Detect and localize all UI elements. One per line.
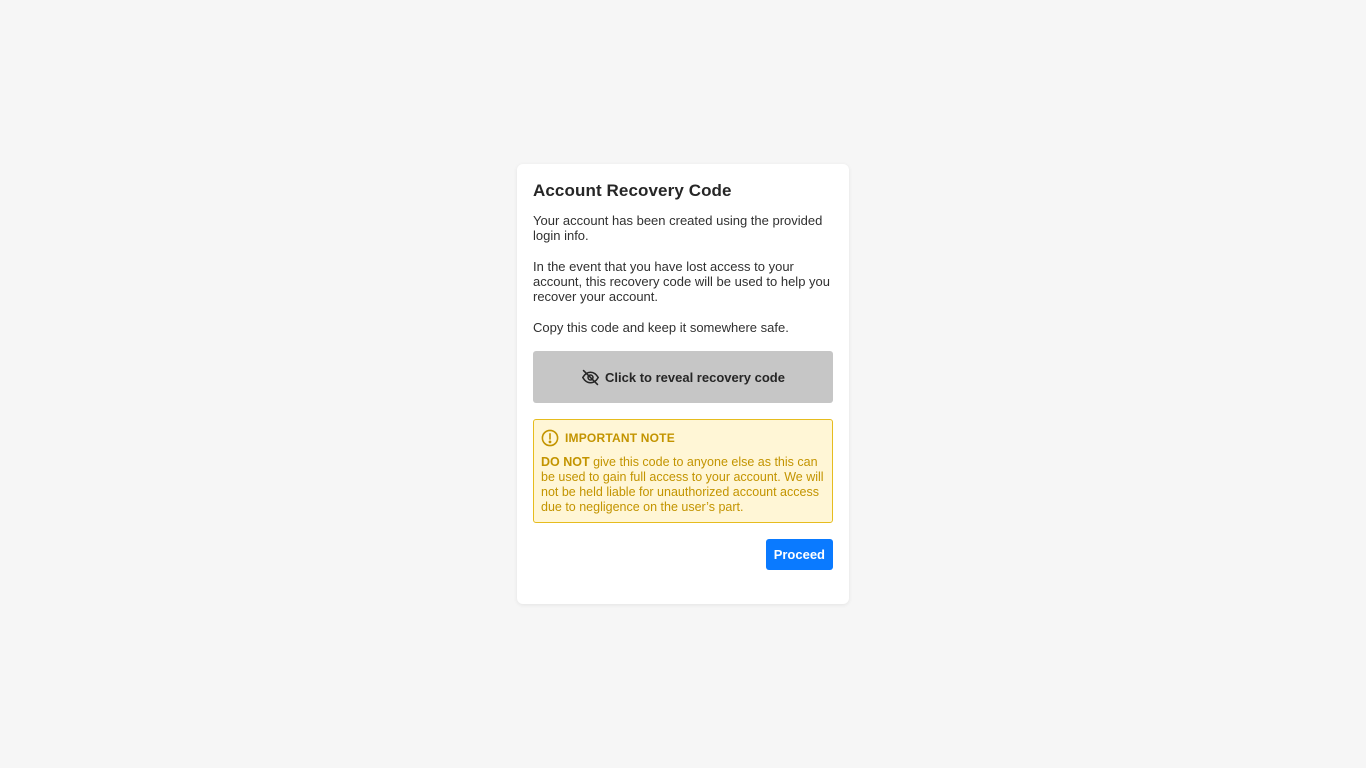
note-body: DO NOT give this code to anyone else as … bbox=[541, 455, 825, 515]
note-heading: IMPORTANT NOTE bbox=[565, 431, 675, 445]
eye-off-icon bbox=[581, 369, 605, 386]
note-header: IMPORTANT NOTE bbox=[541, 429, 825, 447]
alert-circle-icon bbox=[541, 429, 565, 447]
proceed-button[interactable]: Proceed bbox=[765, 539, 833, 570]
created-message: Your account has been created using the … bbox=[533, 213, 823, 243]
reveal-code-button[interactable]: Click to reveal recovery code bbox=[533, 351, 833, 403]
note-emphasis: DO NOT bbox=[541, 455, 590, 469]
copy-instruction: Copy this code and keep it somewhere saf… bbox=[533, 320, 789, 335]
dialog-actions: Proceed bbox=[533, 539, 833, 570]
recovery-code-dialog: Account Recovery Code Your account has b… bbox=[517, 164, 849, 604]
reveal-code-label: Click to reveal recovery code bbox=[605, 369, 785, 385]
important-note: IMPORTANT NOTE DO NOT give this code to … bbox=[533, 419, 833, 523]
recovery-explanation: In the event that you have lost access t… bbox=[533, 259, 831, 304]
dialog-title: Account Recovery Code bbox=[533, 181, 732, 200]
